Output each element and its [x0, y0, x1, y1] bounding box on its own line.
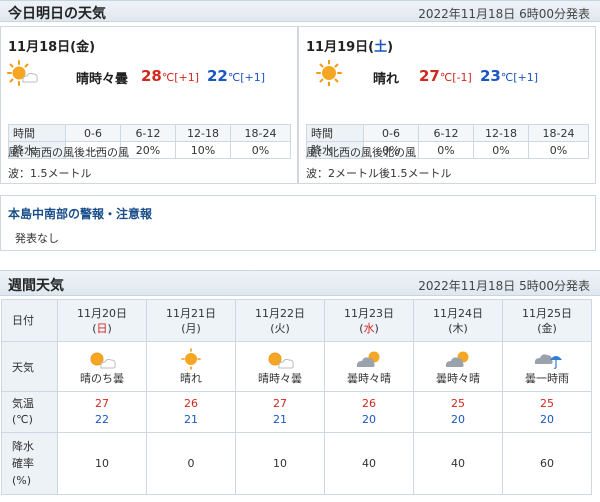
- weekly-weather-cell: 曇時々晴: [324, 341, 414, 392]
- weekly-date-cell: 11月22日 (火): [235, 299, 325, 342]
- today-section-title: 今日明日の天気: [8, 6, 106, 22]
- day-high: 27℃[-1]: [419, 67, 472, 85]
- day-low: 22℃[+1]: [207, 67, 266, 85]
- sun-icon: [316, 60, 342, 86]
- weekly-precip-cell: 10: [57, 432, 147, 495]
- rain-period: 12-18: [175, 124, 231, 142]
- day-high: 28℃[+1]: [141, 67, 200, 85]
- warning-title-link[interactable]: 本島中南部の警報・注意報: [8, 205, 152, 222]
- weekly-section-issued: 2022年11月18日 5時00分発表: [418, 279, 590, 293]
- weekly-weather-cell: 曇一時雨: [502, 341, 592, 392]
- weekly-weather-cell: 晴れ: [146, 341, 236, 392]
- weekly-temp-cell: 26 21: [146, 391, 236, 433]
- weekly-temp-cell: 25 20: [502, 391, 592, 433]
- cloud-umbrella-icon: [534, 353, 562, 369]
- day-panel-tomorrow: 11月19日(土) 晴れ 27℃[-1] 23℃[+1] 時間 0-6 6-12…: [298, 26, 596, 184]
- sun-cloud-icon: [90, 352, 116, 368]
- day-date: 11月19日(土): [306, 40, 394, 55]
- weekly-weather-cell: 晴時々曇: [235, 341, 325, 392]
- weekly-precip-cell: 0: [146, 432, 236, 495]
- row-label-date: 日付: [1, 299, 58, 342]
- cloud-sun-icon: [445, 351, 469, 367]
- today-section-header: 今日明日の天気 2022年11月18日 6時00分発表: [0, 0, 600, 22]
- rain-value: 10%: [175, 141, 231, 159]
- day-weather: 晴れ: [373, 72, 400, 87]
- day-panel-today: 11月18日(金) 晴時々曇 28℃[+1] 22℃[+1] 時間 0-6 6-…: [0, 26, 298, 184]
- weekly-temp-cell: 25 20: [413, 391, 503, 433]
- weekly-date-cell: 11月24日 (木): [413, 299, 503, 342]
- row-label-weather: 天気: [1, 341, 58, 392]
- warning-value: 発表なし: [15, 232, 59, 245]
- sun-cloud-icon: [268, 352, 294, 368]
- day-weather: 晴時々曇: [76, 72, 129, 87]
- rain-period: 18-24: [528, 124, 589, 142]
- rain-period: 12-18: [473, 124, 529, 142]
- rain-label-time: 時間: [306, 124, 364, 142]
- day-wave: 波：2メートル後1.5メートル: [306, 167, 452, 180]
- day-date: 11月18日(金): [8, 40, 96, 55]
- rain-value: 0%: [528, 141, 589, 159]
- rain-value: 0%: [473, 141, 529, 159]
- weekly-section-title: 週間天気: [8, 278, 64, 294]
- day-wind: 風：北西の風後北の風: [306, 146, 416, 159]
- day-wave: 波：1.5メートル: [8, 167, 92, 180]
- rain-period: 18-24: [230, 124, 291, 142]
- weekly-section-header: 週間天気 2022年11月18日 5時00分発表: [0, 270, 600, 296]
- rain-value: 0%: [418, 141, 474, 159]
- weekly-weather-cell: 曇時々晴: [413, 341, 503, 392]
- weekly-precip-cell: 10: [235, 432, 325, 495]
- row-label-temp: 気温 (℃): [1, 391, 58, 433]
- weekly-table: 日付 11月20日 (日) 11月21日 (月) 11月22日 (火) 11月23日(…: [1, 299, 592, 495]
- weekly-weather-cell: 晴のち曇: [57, 341, 147, 392]
- weekly-date-cell: 11月23日 (水): [324, 299, 414, 342]
- rain-label-time: 時間: [8, 124, 66, 142]
- day-wind: 風：南西の風後北西の風: [8, 146, 129, 159]
- rain-period: 0-6: [363, 124, 419, 142]
- weekly-temp-cell: 27 22: [57, 391, 147, 433]
- sun-cloud-icon: [7, 60, 38, 86]
- rain-period: 6-12: [418, 124, 474, 142]
- warning-panel: 本島中南部の警報・注意報 発表なし: [0, 195, 596, 251]
- day-low: 23℃[+1]: [480, 67, 539, 85]
- row-label-precip: 降水 確率 (%): [1, 432, 58, 495]
- rain-period: 0-6: [65, 124, 121, 142]
- weekly-temp-cell: 27 21: [235, 391, 325, 433]
- cloud-sun-icon: [356, 351, 380, 367]
- weekly-date-cell: 11月25日 (金): [502, 299, 592, 342]
- sun-icon: [181, 347, 201, 370]
- today-section-issued: 2022年11月18日 6時00分発表: [418, 7, 590, 21]
- weekly-date-cell: 11月21日 (月): [146, 299, 236, 342]
- weekly-temp-cell: 26 20: [324, 391, 414, 433]
- weekly-precip-cell: 60: [502, 432, 592, 495]
- weekly-precip-cell: 40: [413, 432, 503, 495]
- weekly-precip-cell: 40: [324, 432, 414, 495]
- rain-value: 0%: [230, 141, 291, 159]
- rain-period: 6-12: [120, 124, 176, 142]
- weekly-date-cell: 11月20日 (日): [57, 299, 147, 342]
